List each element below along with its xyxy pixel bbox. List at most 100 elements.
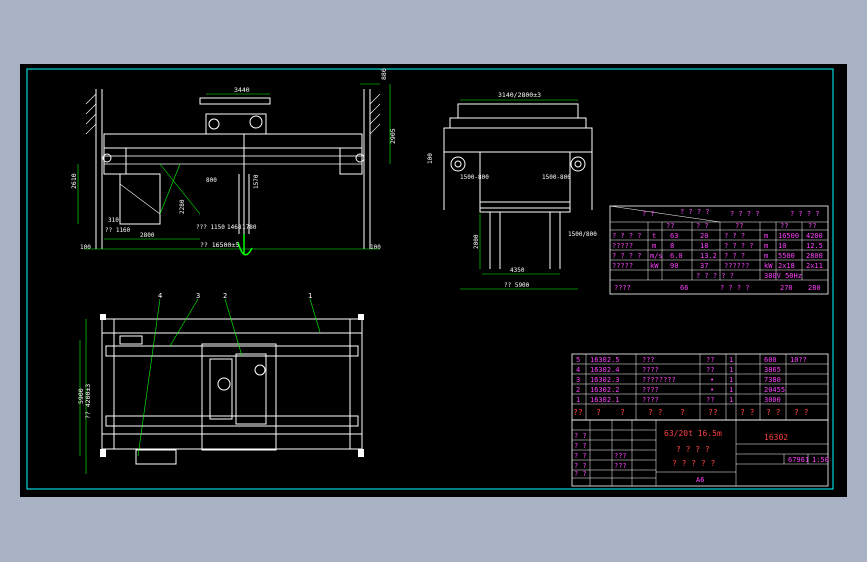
side-dim-mid: 4350 (510, 267, 525, 274)
svg-text:20455: 20455 (764, 386, 785, 394)
svg-text:6.0: 6.0 (670, 252, 683, 260)
svg-text:? ?: ? ? (574, 452, 587, 460)
svg-text:4200: 4200 (806, 232, 823, 240)
svg-text:?????: ????? (612, 242, 633, 250)
title-block: 63/20t 16.5m ? ? ? ? ? ? ? ? ? 16302 679… (571, 419, 829, 487)
spec-last-4: 280 (808, 284, 821, 292)
front-dim-mid-b: ??? 1150 (196, 224, 225, 231)
spec-subheader-1: ? ? (696, 222, 709, 230)
svg-text:90: 90 (670, 262, 678, 270)
svg-text:•: • (710, 376, 714, 384)
svg-text:16302.4: 16302.4 (590, 366, 620, 374)
side-dim-wheel-right: 1500-800 (542, 174, 571, 181)
svg-text:16302.3: 16302.3 (590, 376, 620, 384)
svg-text:???: ??? (642, 356, 655, 364)
svg-text:13.2: 13.2 (700, 252, 717, 260)
spec-last-1: 66 (680, 284, 688, 292)
svg-text:??: ?? (706, 356, 714, 364)
svg-text:m: m (764, 252, 768, 260)
side-dim-left-small: 100 (427, 153, 434, 164)
front-dim-right-height: 2905 (389, 128, 397, 144)
plan-label-2: 2 (223, 292, 227, 300)
front-dim-top-right: 880 (380, 68, 388, 80)
side-dim-wheel-left: 1500-800 (460, 174, 489, 181)
svg-text:????: ???? (642, 366, 659, 374)
spec-last-3: 270 (780, 284, 793, 292)
spec-header-1: ? ? ? ? (680, 208, 710, 216)
svg-text:1: 1 (576, 396, 580, 404)
svg-text:16302.5: 16302.5 (590, 356, 620, 364)
svg-text:1: 1 (729, 386, 733, 394)
side-dim-height: 2000 (473, 234, 480, 249)
svg-text:1: 1 (729, 366, 733, 374)
plan-dim-left-inner: ?? 4200±3 (84, 384, 92, 419)
svg-text:7380: 7380 (764, 376, 781, 384)
svg-text:??: ?? (708, 408, 718, 417)
svg-text:5: 5 (576, 356, 580, 364)
front-dim-hook-a: 1570 (253, 174, 260, 189)
svg-text:18: 18 (700, 242, 708, 250)
parts-row-4: 1 16302.1 ???? ?? 1 3000 (576, 396, 781, 404)
svg-text:? ?: ? ? (574, 442, 587, 450)
svg-text:10??: 10?? (790, 356, 807, 364)
front-view: 3440 880 2905 2610 ?? 16500±5 2800 2280 … (70, 68, 397, 256)
svg-text:63: 63 (670, 232, 678, 240)
svg-text:? ?: ? ? (574, 470, 587, 478)
title-scale: 1:50 (812, 456, 829, 464)
plan-label-4: 4 (158, 292, 162, 300)
svg-text:4: 4 (576, 366, 580, 374)
svg-text:1: 1 (729, 376, 733, 384)
parts-header: ?? ? ? ? ? ? ?? ? ? ? ? ? ? (573, 408, 809, 417)
svg-text:? ?: ? ? (740, 408, 755, 417)
svg-text:2x11: 2x11 (806, 262, 823, 270)
title-name-line2: ? ? ? ? ? (672, 459, 716, 468)
svg-text:16302.1: 16302.1 (590, 396, 620, 404)
svg-text:? ? ?: ? ? ? (724, 232, 745, 240)
svg-text:???: ??? (614, 452, 627, 460)
svg-text:16302.2: 16302.2 (590, 386, 620, 394)
svg-text:?: ? (596, 408, 601, 417)
svg-text:???: ??? (614, 462, 627, 470)
spec-header-0: ? ? (642, 210, 655, 218)
title-product: 63/20t 16.5m (664, 429, 722, 438)
spec-subheader-3: ?? (780, 222, 788, 230)
svg-text:2x18: 2x18 (778, 262, 795, 270)
spec-subheader-4: ?? (808, 222, 816, 230)
svg-text:2800: 2800 (806, 252, 823, 260)
svg-text:3: 3 (576, 376, 580, 384)
svg-text:?: ? (620, 408, 625, 417)
svg-text:kW: kW (764, 262, 773, 270)
side-dim-top: 3140/2800±3 (498, 91, 541, 99)
svg-text:10: 10 (778, 242, 786, 250)
svg-text:kW: kW (650, 262, 659, 270)
svg-text:? ? ? ?: ? ? ? ? (612, 252, 642, 260)
svg-text:37: 37 (700, 262, 708, 270)
svg-text:??: ?? (706, 366, 714, 374)
parts-list: 5 16302.5 ??? ?? 1 600 10?? 4 16302.4 ??… (571, 353, 829, 421)
plan-label-3: 3 (196, 292, 200, 300)
title-mass: 67961 (788, 456, 809, 464)
title-drawing-no: 16302 (764, 433, 788, 442)
front-dim-left-a: 100 (80, 244, 91, 251)
svg-text:t: t (652, 232, 656, 240)
parts-row-0: 5 16302.5 ??? ?? 1 600 10?? (576, 356, 807, 364)
svg-text:2: 2 (576, 386, 580, 394)
title-small-labels: ? ? ? ? ??? ??? ? ? ? ? ? ? (574, 432, 627, 478)
svg-text:??: ?? (706, 396, 714, 404)
svg-text:????: ???? (642, 396, 659, 404)
front-dim-top-span: 3440 (234, 86, 250, 94)
svg-text:600: 600 (764, 356, 777, 364)
svg-text:1: 1 (729, 396, 733, 404)
parts-row-3: 2 16302.2 ???? • 1 20455 (576, 386, 785, 394)
spec-subheader-2: ?? (735, 222, 743, 230)
svg-text:? ?: ? ? (574, 462, 587, 470)
svg-text:m/s: m/s (650, 252, 663, 260)
plan-label-1: 1 (308, 292, 312, 300)
svg-text:3000: 3000 (764, 396, 781, 404)
front-dim-right-a: 100 (370, 244, 381, 251)
front-dim-mid-c: 1468 (227, 224, 242, 231)
svg-text:12.5: 12.5 (806, 242, 823, 250)
front-dim-bottom-left: 2800 (140, 232, 155, 239)
svg-text:????????: ???????? (642, 376, 676, 384)
parts-row-1: 4 16302.4 ???? ?? 1 3865 (576, 366, 781, 374)
